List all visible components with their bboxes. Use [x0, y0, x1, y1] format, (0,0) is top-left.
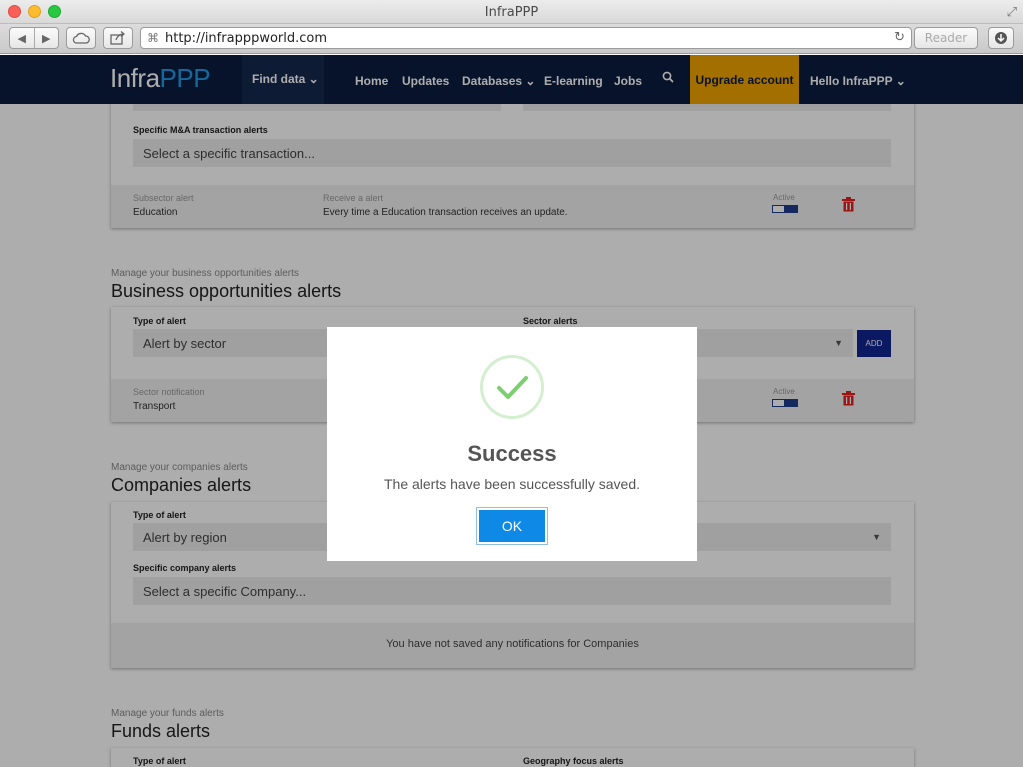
window-titlebar: InfraPPP ⤢	[0, 0, 1023, 24]
share-button[interactable]	[103, 27, 133, 49]
page-content: InfraPPP Find data ⌄ Home Updates Databa…	[0, 55, 1023, 767]
reader-button[interactable]: Reader	[914, 27, 978, 49]
success-dialog: Success The alerts have been successfull…	[327, 327, 697, 561]
address-bar[interactable]: ⌘ http://infrapppworld.com ↻	[140, 27, 912, 49]
back-forward-group: ◀ ▶	[9, 27, 59, 49]
browser-toolbar: ◀ ▶ ⌘ http://infrapppworld.com ↻ Reader	[0, 24, 1023, 54]
fullscreen-icon[interactable]: ⤢	[1007, 4, 1017, 20]
download-icon	[995, 32, 1007, 44]
forward-icon[interactable]: ▶	[34, 32, 58, 45]
dialog-message: The alerts have been successfully saved.	[383, 476, 641, 492]
dialog-title: Success	[467, 441, 557, 466]
reload-icon[interactable]: ↻	[894, 30, 905, 45]
url-text: http://infrapppworld.com	[165, 30, 328, 46]
ok-button[interactable]: OK	[476, 507, 548, 545]
site-icon: ⌘	[147, 31, 159, 45]
icloud-tabs-button[interactable]	[66, 27, 96, 49]
share-icon	[110, 31, 126, 45]
window-title: InfraPPP	[484, 5, 539, 20]
downloads-button[interactable]	[988, 27, 1014, 49]
back-icon[interactable]: ◀	[10, 32, 34, 45]
cloud-icon	[72, 32, 90, 44]
success-check-icon	[480, 355, 544, 419]
